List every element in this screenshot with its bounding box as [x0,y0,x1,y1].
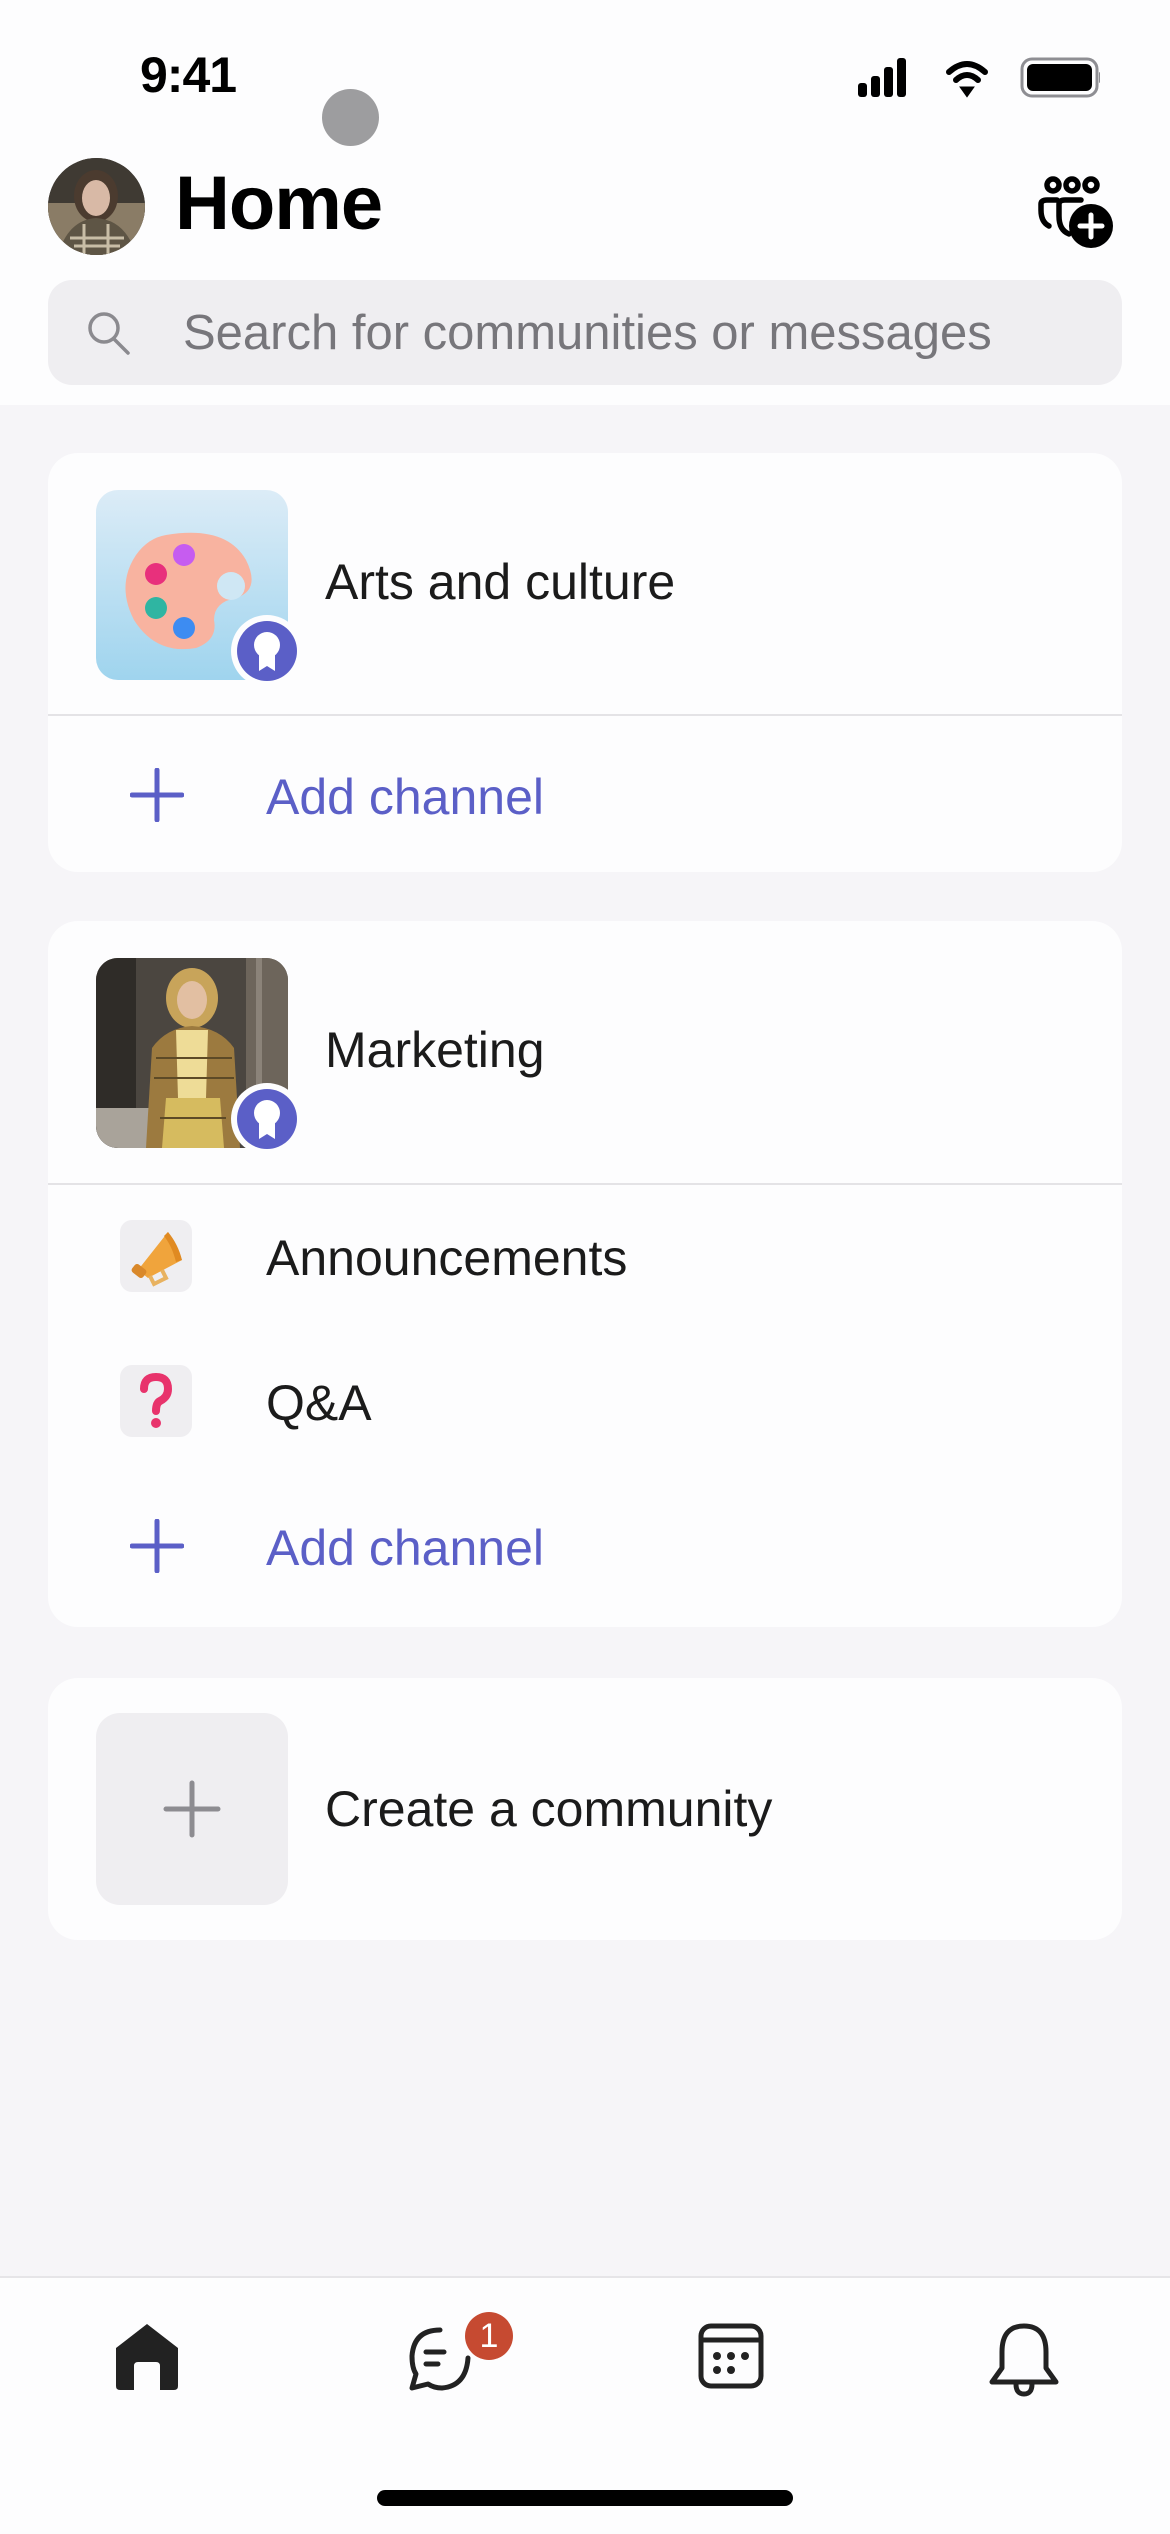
camera-indicator-dot [322,89,379,146]
owner-badge [231,1083,303,1155]
tab-home[interactable] [92,2312,202,2412]
channel-name: Q&A [266,1375,372,1431]
search-bar[interactable] [48,280,1122,385]
community-card-arts-and-culture: Arts and culture Add channel [48,453,1122,872]
add-channel-label: Add channel [266,769,545,825]
add-channel-label: Add channel [266,1520,545,1576]
megaphone-icon [131,1232,182,1287]
page-title: Home [175,161,383,246]
tab-calendar[interactable] [677,2312,787,2412]
question-mark-icon [140,1372,173,1428]
channel-item-qa[interactable]: Q&A [48,1336,1122,1466]
search-icon [88,312,130,355]
channel-name: Announcements [266,1230,628,1286]
divider [48,714,1122,716]
plus-icon [163,1780,221,1838]
community-header-arts-and-culture[interactable]: Arts and culture [48,453,1122,713]
community-card-marketing: Marketing Announcements Q&A Add channel [48,921,1122,1627]
status-time: 9:41 [140,47,237,103]
add-people-button[interactable] [1035,172,1115,252]
community-name: Marketing [325,1022,545,1078]
community-name: Arts and culture [325,554,676,610]
create-community-icon-box [96,1713,288,1905]
add-channel-button[interactable]: Add channel [48,730,1122,860]
home-icon [116,2324,178,2390]
award-badge-icon [254,632,280,671]
channel-item-announcements[interactable]: Announcements [48,1191,1122,1321]
battery-icon [1020,57,1104,98]
wifi-icon [946,61,988,98]
create-community-card[interactable]: Create a community [48,1678,1122,1940]
search-input[interactable] [183,280,1103,385]
owner-badge [231,615,303,687]
divider [48,1183,1122,1185]
tab-activity[interactable] [968,2312,1078,2412]
create-community-label: Create a community [325,1781,773,1837]
unread-badge: 1 [465,2312,513,2360]
add-channel-button[interactable]: Add channel [48,1481,1122,1611]
avatar-photo [48,158,145,255]
tab-chat[interactable]: 1 [382,2312,513,2412]
profile-avatar[interactable] [48,158,145,255]
plus-icon [130,1519,184,1573]
people-add-icon [1038,176,1113,248]
home-indicator [377,2490,793,2506]
plus-icon [130,768,184,822]
channel-icon-box [120,1365,192,1437]
status-icons [850,55,1104,100]
bell-icon [989,2323,1059,2397]
award-badge-icon [254,1100,280,1139]
cellular-signal-icon [858,58,906,97]
calendar-icon [698,2323,764,2389]
community-header-marketing[interactable]: Marketing [48,921,1122,1181]
channel-icon-box [120,1220,192,1292]
